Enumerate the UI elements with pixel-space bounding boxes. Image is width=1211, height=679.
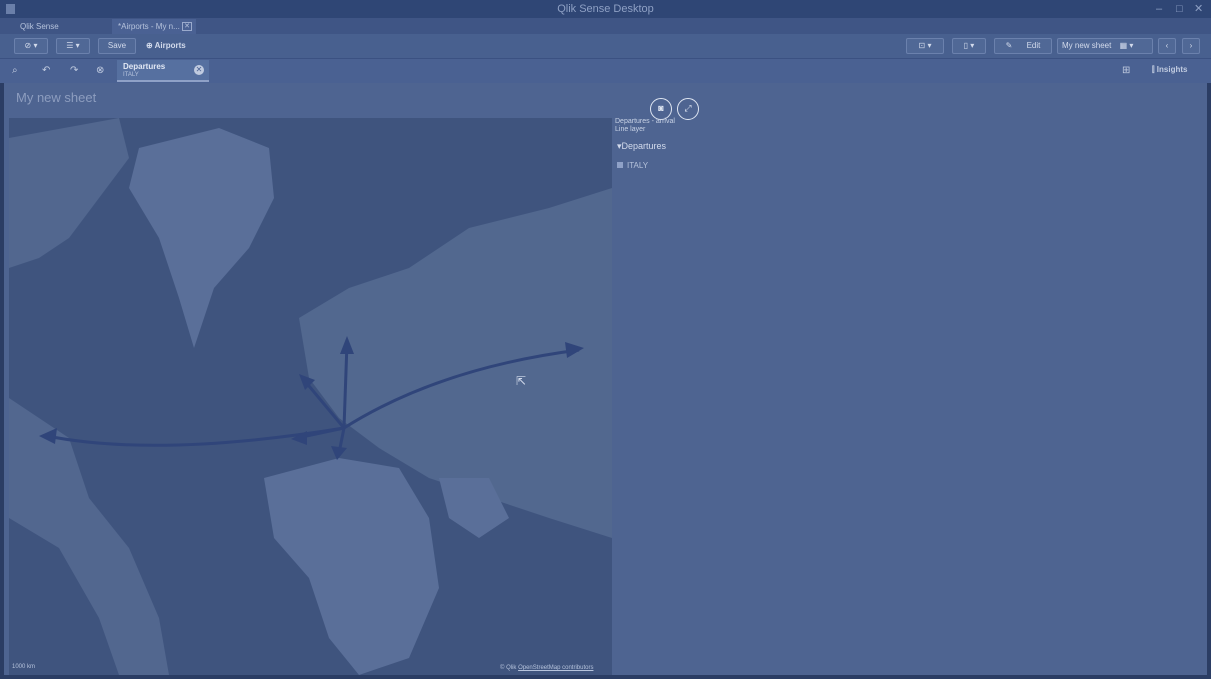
insights-label: Insights	[1156, 65, 1188, 74]
attribution-prefix: © Qlik	[500, 665, 517, 671]
map-scale: 1000 km	[12, 664, 35, 670]
bookmark-button[interactable]: ▯ ▾	[952, 38, 986, 54]
step-back-icon[interactable]: ↶	[42, 65, 50, 76]
pencil-icon: ✎	[1005, 41, 1013, 50]
insights-button[interactable]: ⫿ Insights	[1152, 65, 1187, 75]
sheet-title: My new sheet	[16, 90, 97, 105]
step-forward-icon[interactable]: ↷	[70, 65, 78, 76]
selection-pill[interactable]: Departures ITALY ✕	[117, 60, 209, 82]
camera-button[interactable]: ◙	[650, 98, 672, 120]
tab-airports[interactable]: *Airports - My n... ✕	[112, 19, 196, 34]
story-button[interactable]: ⊡ ▾	[906, 38, 944, 54]
legend-title-line1: Departures - arrival	[615, 118, 675, 125]
clear-all-selections-icon[interactable]: ⊗	[96, 65, 104, 76]
sheet-selector[interactable]: My new sheet ▦ ▾	[1057, 38, 1153, 54]
legend-swatch	[617, 162, 623, 168]
map-canvas	[9, 118, 612, 675]
selection-value: ITALY	[123, 72, 139, 78]
tab-airports-label: *Airports - My n...	[118, 22, 180, 31]
tab-hub[interactable]: Qlik Sense Desktop hub	[14, 19, 96, 46]
clear-selection-icon[interactable]: ✕	[194, 65, 204, 75]
expand-button[interactable]: ⤢	[677, 98, 699, 120]
mouse-cursor-icon: ⇱	[516, 374, 527, 388]
selection-tool-icon[interactable]: ⊞	[1122, 65, 1130, 76]
toolbar: ⊘ ▾ ☰ ▾ Save ⊕ Airports ⊡ ▾ ▯ ▾ ✎ Edit M…	[0, 34, 1211, 59]
tab-strip: Qlik Sense Desktop hub *Airports - My n.…	[0, 18, 1211, 46]
map-chart[interactable]	[9, 118, 612, 675]
chevron-left-icon: ‹	[1165, 41, 1169, 50]
legend-item[interactable]: ITALY	[617, 161, 648, 170]
chevron-right-icon: ›	[1189, 41, 1193, 50]
attribution-link[interactable]: OpenStreetMap contributors	[518, 665, 593, 671]
title-bar: Qlik Sense Desktop – □ ✕	[0, 0, 1211, 18]
close-tab-icon[interactable]: ✕	[182, 22, 192, 31]
app-icon-small: ⊕	[146, 41, 153, 50]
smart-search-icon[interactable]: ⌕	[12, 65, 18, 76]
app-name[interactable]: ⊕ Airports	[146, 38, 186, 54]
map-attribution: © Qlik OpenStreetMap contributors	[500, 665, 593, 671]
legend-header[interactable]: ▾Departures	[617, 141, 666, 152]
save-label: Save	[107, 41, 127, 50]
presentation-icon: ⊡	[918, 41, 926, 50]
save-button[interactable]: Save	[98, 38, 136, 54]
previous-sheet-button[interactable]: ‹	[1158, 38, 1176, 54]
compass-icon: ⊘	[24, 41, 32, 50]
legend-title-line2: Line layer	[615, 126, 646, 133]
next-sheet-button[interactable]: ›	[1182, 38, 1200, 54]
scale-label: 1000 km	[12, 664, 36, 670]
app-name-label: Airports	[154, 41, 186, 50]
sheet-grid-icon: ▦	[1119, 41, 1128, 50]
legend-header-label: Departures	[621, 141, 667, 151]
map-legend: Departures - arrival Line layer ▾Departu…	[615, 118, 755, 170]
sheet-selector-label: My new sheet	[1062, 41, 1112, 50]
expand-icon: ⤢	[684, 103, 692, 113]
maximize-icon[interactable]: □	[1176, 0, 1183, 18]
bookmark-icon: ▯	[963, 41, 969, 50]
edit-label: Edit	[1026, 41, 1041, 50]
legend-item-label: ITALY	[627, 161, 649, 170]
close-window-icon[interactable]: ✕	[1194, 0, 1203, 18]
selection-field: Departures	[123, 62, 166, 71]
global-menu-button[interactable]: ☰ ▾	[56, 38, 90, 54]
list-icon: ☰	[66, 41, 74, 50]
camera-icon: ◙	[658, 103, 664, 113]
edit-button[interactable]: ✎ Edit	[994, 38, 1052, 54]
window-title: Qlik Sense Desktop	[557, 3, 654, 15]
minimize-icon[interactable]: –	[1156, 0, 1162, 18]
insights-icon: ⫿	[1152, 65, 1155, 74]
app-icon	[6, 4, 15, 14]
navigation-menu-button[interactable]: ⊘ ▾	[14, 38, 48, 54]
